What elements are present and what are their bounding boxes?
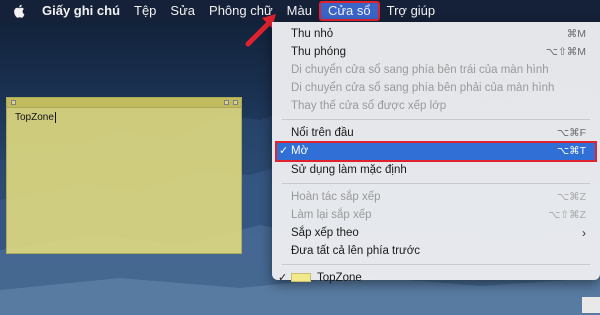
menu-item-minimize[interactable]: Thu nhỏ ⌘M — [272, 25, 600, 43]
apple-icon[interactable] — [0, 4, 38, 18]
menu-item-redo-arrange: Làm lại sắp xếp ⌥⇧⌘Z — [272, 206, 600, 224]
menu-item-bring-all-to-front[interactable]: Đưa tất cả lên phía trước — [272, 242, 600, 260]
text-caret — [54, 112, 56, 123]
menu-separator — [282, 264, 590, 265]
checkmark-icon: ✓ — [279, 145, 289, 157]
menu-item-label: Thu phóng — [291, 46, 346, 58]
menu-bar: Giấy ghi chú Tệp Sửa Phông chữ Màu Cửa s… — [0, 0, 600, 22]
menu-item-label: Đưa tất cả lên phía trước — [291, 245, 421, 257]
menu-item-label: Sử dụng làm mặc định — [291, 164, 407, 176]
menu-item-shortcut: ⌥⌘F — [556, 127, 586, 139]
menu-item-label: TopZone — [317, 272, 362, 284]
menu-separator — [282, 119, 590, 120]
sticky-content[interactable]: TopZone — [7, 108, 241, 127]
menu-item-shortcut: ⌥⇧⌘Z — [548, 209, 586, 221]
sticky-collapse-button[interactable] — [233, 100, 238, 105]
sticky-text: TopZone — [15, 112, 54, 124]
chevron-right-icon: › — [582, 226, 586, 240]
menu-item-shortcut: ⌘M — [566, 28, 586, 40]
menu-item-label: Làm lại sắp xếp — [291, 209, 372, 221]
menu-color[interactable]: Màu — [280, 0, 319, 22]
note-color-swatch — [291, 273, 311, 283]
menu-item-arrange-by[interactable]: Sắp xếp theo › — [272, 224, 600, 242]
menu-item-shortcut: ⌥⌘Z — [556, 191, 586, 203]
sticky-note[interactable]: TopZone — [6, 97, 242, 254]
menu-item-use-as-default[interactable]: Sử dụng làm mặc định — [272, 161, 600, 179]
window-menu-dropdown: Thu nhỏ ⌘M Thu phóng ⌥⇧⌘M Di chuyển cửa … — [272, 22, 600, 284]
menu-app-name[interactable]: Giấy ghi chú — [38, 0, 127, 22]
menu-item-replace-tiled: Thay thế cửa sổ được xếp lớp — [272, 97, 600, 115]
menu-item-shortcut: ⌥⇧⌘M — [545, 46, 586, 58]
menu-window[interactable]: Cửa sổ — [318, 1, 380, 21]
menu-item-label: Thu nhỏ — [291, 28, 334, 40]
menu-item-move-right: Di chuyển cửa sổ sang phía bên phải của … — [272, 79, 600, 97]
menu-separator — [282, 183, 590, 184]
menu-item-label: Sắp xếp theo — [291, 227, 359, 239]
corner-thumbnail — [582, 297, 600, 313]
sticky-close-button[interactable] — [11, 100, 16, 105]
menu-item-shortcut: ⌥⌘T — [556, 145, 586, 157]
menu-item-label-wrap: TopZone — [291, 269, 362, 287]
menu-file[interactable]: Tệp — [127, 0, 163, 22]
menu-item-label: Mờ — [291, 145, 309, 157]
menu-item-undo-arrange: Hoàn tác sắp xếp ⌥⌘Z — [272, 188, 600, 206]
sticky-zoom-button[interactable] — [224, 100, 229, 105]
menu-item-label: Nổi trên đầu — [291, 127, 354, 139]
menu-help[interactable]: Trợ giúp — [380, 0, 443, 22]
menu-item-float-on-top[interactable]: Nổi trên đầu ⌥⌘F — [272, 124, 600, 142]
menu-item-label: Hoàn tác sắp xếp — [291, 191, 381, 203]
menu-item-move-left: Di chuyển cửa sổ sang phía bên trái của … — [272, 61, 600, 79]
menu-item-label: Thay thế cửa sổ được xếp lớp — [291, 100, 447, 112]
sticky-title-bar[interactable] — [7, 98, 241, 108]
checkmark-icon: ✓ — [278, 272, 288, 284]
menu-item-label: Di chuyển cửa sổ sang phía bên trái của … — [291, 64, 549, 76]
menu-edit[interactable]: Sửa — [163, 0, 202, 22]
menu-item-label: Di chuyển cửa sổ sang phía bên phải của … — [291, 82, 555, 94]
menu-item-translucent[interactable]: ✓ Mờ ⌥⌘T — [275, 141, 597, 162]
menu-item-window-topzone[interactable]: ✓ TopZone — [272, 269, 600, 287]
menu-item-zoom[interactable]: Thu phóng ⌥⇧⌘M — [272, 43, 600, 61]
